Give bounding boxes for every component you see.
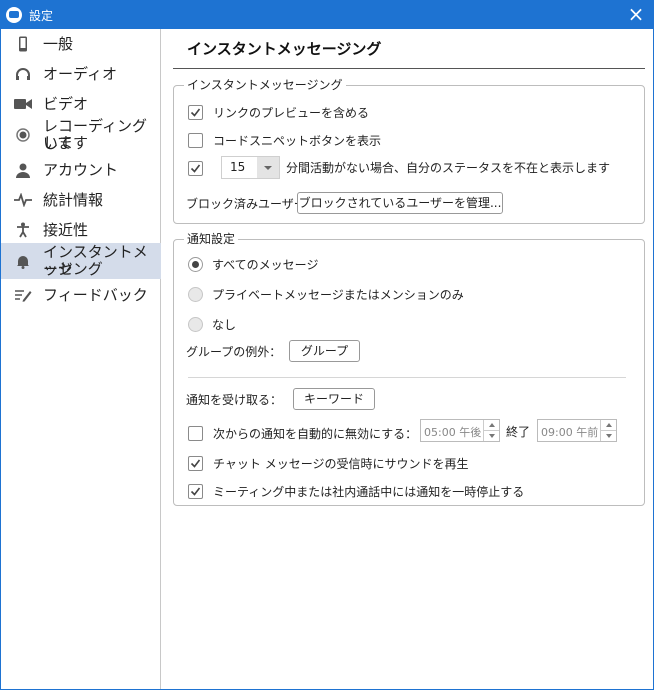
sidebar-item-video[interactable]: ビデオ — [1, 92, 161, 116]
away-checkbox[interactable] — [188, 161, 203, 176]
away-label: 分間活動がない場合、自分のステータスを不在と表示します — [286, 161, 611, 175]
sidebar-item-audio[interactable]: オーディオ — [1, 62, 161, 86]
sound-checkbox[interactable] — [188, 456, 203, 471]
auto-disable-label: 次からの通知を自動的に無効にする： — [213, 427, 418, 441]
settings-window: 設定 × 一般 オーディオ ビデオ レコーディングして います アカウント 統計… — [0, 0, 654, 690]
bell-icon — [14, 252, 32, 270]
notify-none-label: なし — [212, 318, 237, 332]
accessibility-icon — [14, 221, 32, 239]
sidebar-item-feedback[interactable]: フィードバック — [1, 283, 161, 307]
group-exception-label: グループの例外： — [186, 345, 282, 359]
end-time-label: 終了 — [506, 425, 531, 439]
im-settings-group: インスタントメッセージング リンクのプレビューを含める コードスニペットボタンを… — [173, 77, 645, 224]
sidebar-item-account[interactable]: アカウント — [1, 158, 161, 182]
notify-all-label: すべてのメッセージ — [212, 258, 319, 272]
headphones-icon — [14, 65, 32, 83]
sidebar-item-label: オーディオ — [43, 64, 117, 83]
spinner-up-icon[interactable] — [484, 420, 499, 430]
sound-row: チャット メッセージの受信時にサウンドを再生 — [188, 455, 468, 472]
spinner-down-icon[interactable] — [601, 430, 616, 440]
blocked-users-label: ブロック済みユーザー — [186, 197, 306, 211]
end-label-row: 終了 — [506, 423, 530, 440]
notification-settings-group: 通知設定 すべてのメッセージ プライベートメッセージまたはメンションのみ なし … — [173, 231, 645, 506]
manage-blocked-users-button[interactable]: ブロックされているユーザーを管理... — [297, 192, 503, 214]
feedback-icon — [14, 286, 32, 304]
notify-private-label: プライベートメッセージまたはメンションのみ — [212, 288, 464, 302]
chevron-down-icon — [257, 157, 279, 178]
spinner-up-icon[interactable] — [601, 420, 616, 430]
auto-disable-checkbox[interactable] — [188, 426, 203, 441]
close-button[interactable]: × — [625, 4, 647, 26]
code-snippet-row: コードスニペットボタンを表示 — [188, 132, 381, 149]
pause-meeting-checkbox[interactable] — [188, 484, 203, 499]
sidebar-item-label: 接近性 — [43, 220, 89, 239]
sidebar-item-label: フィードバック — [43, 285, 148, 304]
pulse-icon — [14, 191, 32, 209]
sidebar-item-recording[interactable]: レコーディングして います — [1, 118, 161, 152]
code-snippet-label: コードスニペットボタンを表示 — [213, 134, 382, 148]
auto-disable-row: 次からの通知を自動的に無効にする： — [188, 425, 417, 442]
window-title: 設定 — [29, 8, 54, 23]
sidebar-item-label-line2: ージング — [43, 260, 103, 278]
notify-private-radio[interactable] — [188, 287, 203, 302]
link-preview-label: リンクのプレビューを含める — [213, 106, 370, 120]
away-row — [188, 161, 203, 176]
title-bar: 設定 × — [1, 1, 653, 29]
notify-private-row: プライベートメッセージまたはメンションのみ — [188, 286, 464, 303]
end-time-spinner[interactable]: 09:00 午前 — [537, 419, 617, 442]
notify-all-radio[interactable] — [188, 257, 203, 272]
sidebar-item-label: アカウント — [43, 160, 119, 179]
link-preview-checkbox[interactable] — [188, 105, 203, 120]
settings-sidebar: 一般 オーディオ ビデオ レコーディングして います アカウント 統計情報 接近… — [1, 29, 161, 689]
record-icon — [14, 126, 32, 144]
link-preview-row: リンクのプレビューを含める — [188, 104, 369, 121]
settings-content: インスタントメッセージング インスタントメッセージング リンクのプレビューを含め… — [162, 29, 653, 689]
title-divider — [173, 68, 645, 69]
person-icon — [14, 161, 32, 179]
start-time-value: 05:00 午後 — [424, 426, 482, 439]
group-exception-row: グループの例外： — [186, 343, 281, 360]
away-label-row: 分間活動がない場合、自分のステータスを不在と表示します — [286, 159, 610, 176]
away-minutes-select[interactable]: 15 — [221, 156, 280, 179]
section-divider — [188, 377, 626, 378]
pause-meeting-label: ミーティング中または社内通話中には通知を一時停止する — [213, 485, 525, 499]
video-camera-icon — [14, 95, 32, 113]
notify-none-row: なし — [188, 316, 236, 333]
keyword-label: 通知を受け取る： — [186, 393, 283, 407]
sidebar-item-instant-messaging[interactable]: インスタントメッセ ージング — [1, 243, 161, 279]
page-title: インスタントメッセージング — [187, 40, 382, 58]
code-snippet-checkbox[interactable] — [188, 133, 203, 148]
zoom-logo-icon — [6, 7, 22, 23]
pause-meeting-row: ミーティング中または社内通話中には通知を一時停止する — [188, 483, 524, 500]
notify-all-row: すべてのメッセージ — [188, 256, 318, 273]
spinner-down-icon[interactable] — [484, 430, 499, 440]
sidebar-item-statistics[interactable]: 統計情報 — [1, 188, 161, 212]
start-time-spinner[interactable]: 05:00 午後 — [420, 419, 500, 442]
group-legend: インスタントメッセージング — [184, 77, 346, 93]
group-legend: 通知設定 — [184, 231, 239, 247]
sidebar-item-label-line2: います — [43, 134, 89, 152]
sidebar-item-label: 一般 — [43, 34, 74, 53]
phone-icon — [14, 35, 32, 53]
sidebar-item-general[interactable]: 一般 — [1, 32, 161, 56]
end-time-value: 09:00 午前 — [541, 426, 599, 439]
away-minutes-value: 15 — [230, 160, 246, 174]
sidebar-item-label: 統計情報 — [43, 190, 104, 209]
sound-label: チャット メッセージの受信時にサウンドを再生 — [213, 457, 469, 471]
group-button[interactable]: グループ — [289, 340, 360, 362]
sidebar-item-accessibility[interactable]: 接近性 — [1, 218, 161, 242]
blocked-users-row: ブロック済みユーザー — [186, 195, 306, 212]
keyword-row: 通知を受け取る： — [186, 391, 282, 408]
keyword-button[interactable]: キーワード — [293, 388, 375, 410]
notify-none-radio[interactable] — [188, 317, 203, 332]
sidebar-item-label: ビデオ — [43, 94, 89, 113]
